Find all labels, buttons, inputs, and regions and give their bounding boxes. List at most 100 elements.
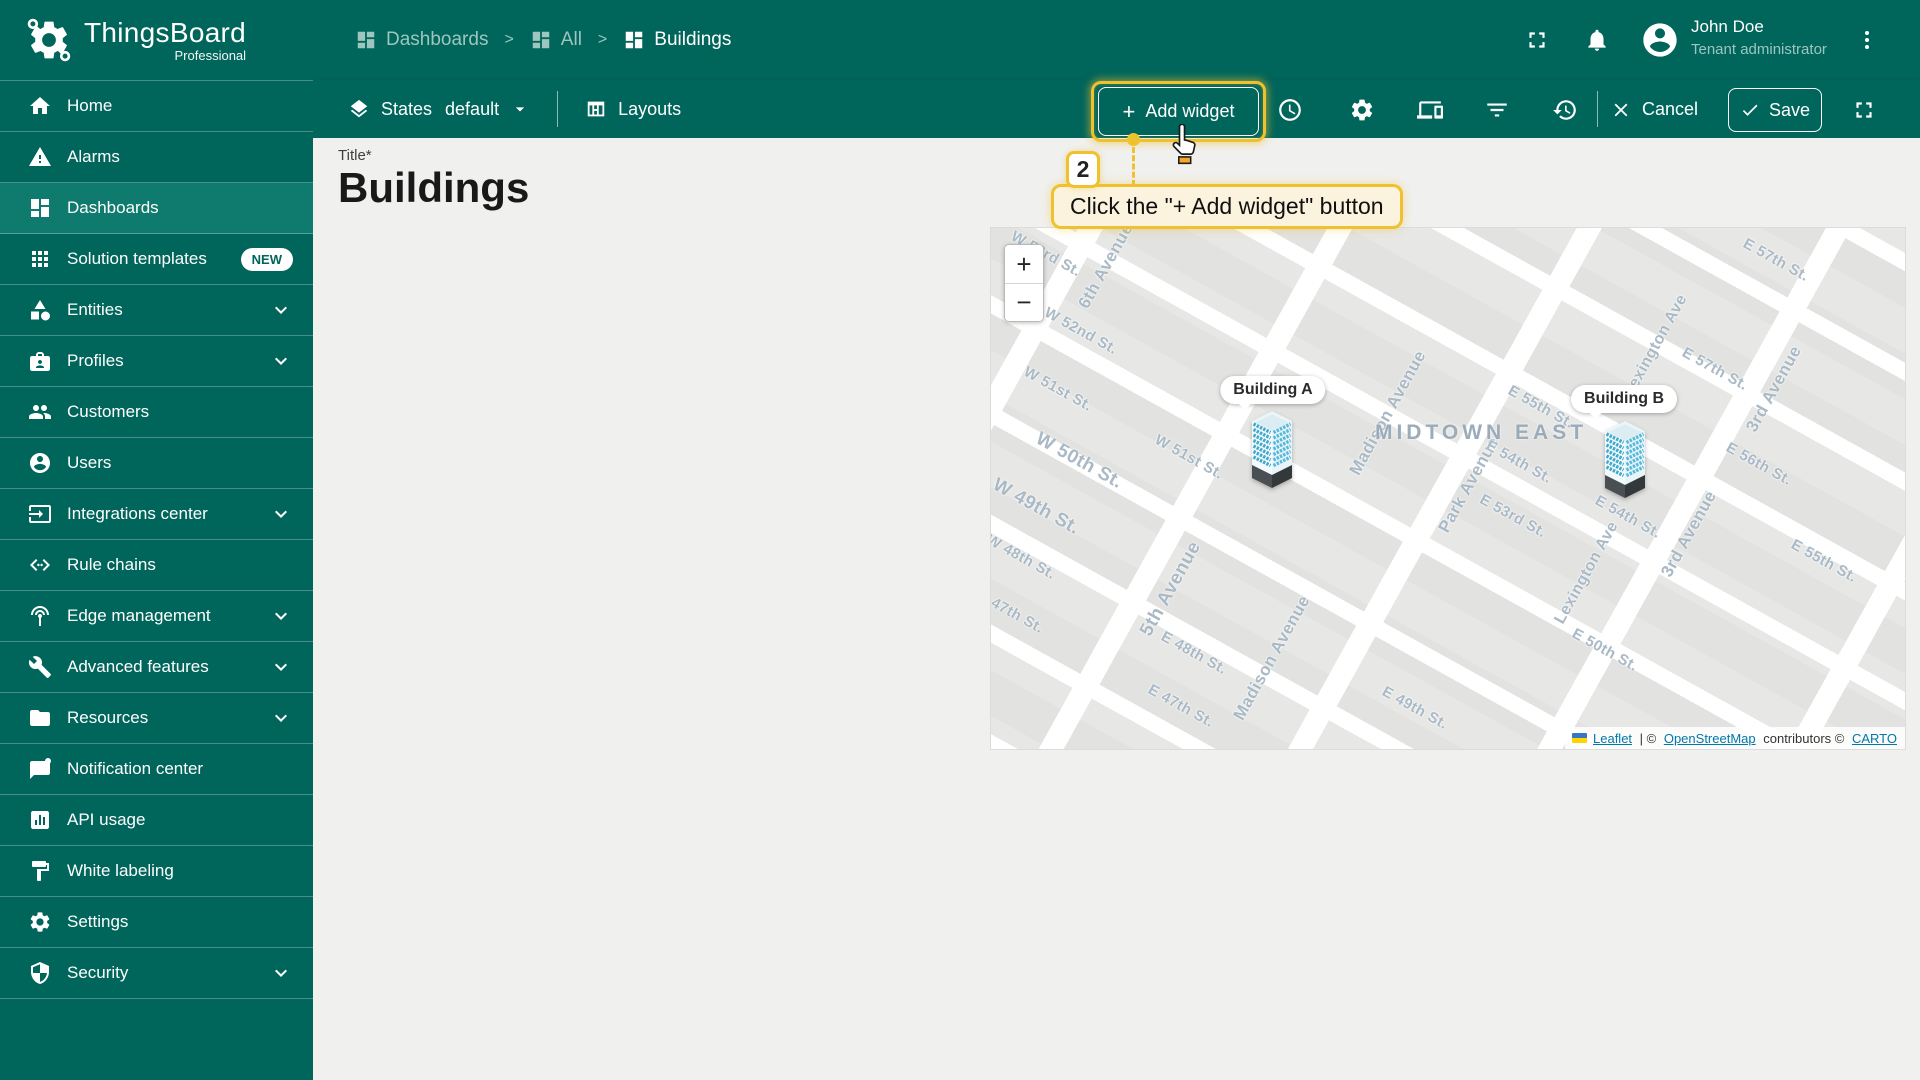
zoom-in-button[interactable]: + <box>1005 245 1043 283</box>
sidebar-item-home[interactable]: Home <box>0 81 313 132</box>
sidebar-item-advanced-features[interactable]: Advanced features <box>0 642 313 693</box>
sidebar-item-notification-center[interactable]: Notification center <box>0 744 313 795</box>
sidebar-item-label: API usage <box>67 810 146 829</box>
breadcrumb-label: Buildings <box>654 29 732 50</box>
sidebar-item-settings[interactable]: Settings <box>0 897 313 948</box>
sidebar-item-label: Dashboards <box>67 198 159 217</box>
dashboard-content: Title* Buildings W 53rd St. 6th Avenue W 5… <box>313 138 1920 1080</box>
advanced-features-icon <box>28 655 52 679</box>
sidebar-item-entities[interactable]: Entities <box>0 285 313 336</box>
sidebar-item-profiles[interactable]: Profiles <box>0 336 313 387</box>
page-title[interactable]: Buildings <box>338 164 529 212</box>
breadcrumb-item-buildings[interactable]: Buildings <box>623 29 731 51</box>
marker-label: Building A <box>1220 376 1326 404</box>
version-history-icon <box>1552 97 1578 123</box>
sidebar-item-label: Rule chains <box>67 555 156 574</box>
fullscreen-icon <box>1851 97 1877 123</box>
thingsboard-logo[interactable]: ThingsBoard Professional <box>0 0 313 80</box>
chevron-down-icon <box>269 706 293 730</box>
sidebar-item-label: Profiles <box>67 351 124 370</box>
sidebar-item-customers[interactable]: Customers <box>0 387 313 438</box>
logo-edition: Professional <box>174 48 247 63</box>
api-usage-icon <box>28 808 52 832</box>
time-window-icon <box>1277 97 1303 123</box>
openstreetmap-link[interactable]: OpenStreetMap <box>1664 731 1756 746</box>
leaflet-link[interactable]: Leaflet <box>1593 731 1632 746</box>
states-control[interactable]: States <box>348 98 432 120</box>
state-select[interactable]: default <box>445 99 530 120</box>
toolbar-fullscreen-button[interactable] <box>1842 85 1886 134</box>
avatar-icon <box>1640 20 1680 60</box>
state-select-value: default <box>445 98 500 119</box>
dashboard-settings-button[interactable] <box>1340 85 1384 134</box>
save-button[interactable]: Save <box>1728 88 1822 132</box>
map-widget[interactable]: W 53rd St. 6th Avenue W 52nd St. W 51st St.… <box>990 227 1906 750</box>
time-window-button[interactable] <box>1268 85 1312 134</box>
layouts-icon <box>585 98 607 120</box>
alarm-warning-icon <box>28 145 52 169</box>
sidebar-item-solution-templates[interactable]: Solution templates NEW <box>0 234 313 285</box>
ukraine-flag-icon <box>1572 733 1587 743</box>
sidebar-item-label: White labeling <box>67 861 174 880</box>
settings-gear-icon <box>1349 97 1375 123</box>
states-label: States <box>381 98 433 119</box>
filters-button[interactable] <box>1475 85 1519 134</box>
sidebar-item-edge-management[interactable]: Edge management <box>0 591 313 642</box>
check-icon <box>1740 100 1760 120</box>
dashboard-title-label: Title* <box>338 147 372 164</box>
entity-aliases-button[interactable] <box>1408 85 1452 134</box>
add-widget-label: Add widget <box>1145 101 1235 121</box>
chevron-down-icon <box>269 298 293 322</box>
sidebar-item-dashboards[interactable]: Dashboards <box>0 183 313 234</box>
breadcrumb-label: Dashboards <box>386 29 489 50</box>
settings-icon <box>28 910 52 934</box>
sidebar-item-label: Entities <box>67 300 123 319</box>
notifications-button[interactable] <box>1575 18 1619 62</box>
map-area-label: MIDTOWN EAST <box>1374 421 1588 444</box>
sidebar-item-api-usage[interactable]: API usage <box>0 795 313 846</box>
zoom-out-button[interactable]: − <box>1005 283 1043 321</box>
sidebar-item-label: Settings <box>67 912 129 931</box>
breadcrumb-separator: > <box>597 31 608 48</box>
user-avatar[interactable] <box>1640 20 1680 60</box>
toolbar-divider <box>557 91 559 127</box>
marker-label: Building B <box>1571 385 1677 413</box>
sidebar-item-rule-chains[interactable]: Rule chains <box>0 540 313 591</box>
sidebar: ThingsBoard Professional Home Alarms Dashb… <box>0 0 313 1080</box>
breadcrumb-item-dashboards[interactable]: Dashboards <box>355 29 488 51</box>
home-icon <box>28 94 52 118</box>
chevron-down-icon <box>269 961 293 985</box>
sidebar-item-security[interactable]: Security <box>0 948 313 999</box>
carto-link[interactable]: CARTO <box>1852 731 1897 746</box>
sidebar-item-label: Advanced features <box>67 657 209 676</box>
sidebar-item-label: Security <box>67 963 129 982</box>
new-badge: NEW <box>240 247 293 271</box>
toolbar-divider <box>1597 91 1598 127</box>
sidebar-item-integrations-center[interactable]: Integrations center <box>0 489 313 540</box>
sidebar-item-alarms[interactable]: Alarms <box>0 132 313 183</box>
security-icon <box>28 961 52 985</box>
add-widget-button[interactable]: + Add widget <box>1098 87 1259 136</box>
layouts-button[interactable]: Layouts <box>585 98 681 120</box>
sidebar-item-resources[interactable]: Resources <box>0 693 313 744</box>
sidebar-item-label: Users <box>67 453 112 472</box>
integrations-icon <box>28 502 52 526</box>
header-more-button[interactable] <box>1849 18 1885 62</box>
sidebar-item-label: Alarms <box>67 147 120 166</box>
attribution-text: contributors © <box>1759 730 1848 746</box>
user-name: John Doe <box>1691 17 1764 36</box>
sidebar-item-white-labeling[interactable]: White labeling <box>0 846 313 897</box>
save-label: Save <box>1768 99 1811 120</box>
breadcrumb-item-all[interactable]: All <box>530 29 582 51</box>
plus-icon: + <box>1122 98 1136 124</box>
header-fullscreen-button[interactable] <box>1515 18 1559 62</box>
notification-center-icon <box>28 757 52 781</box>
map-street-grid <box>991 228 1905 749</box>
cancel-button[interactable]: Cancel <box>1610 85 1698 134</box>
user-menu[interactable]: John Doe Tenant administrator <box>1691 17 1827 58</box>
breadcrumb: Dashboards > All > Buildings <box>355 0 731 80</box>
sidebar-item-users[interactable]: Users <box>0 438 313 489</box>
white-labeling-icon <box>28 859 52 883</box>
thingsboard-logo-icon <box>26 17 72 63</box>
version-history-button[interactable] <box>1543 85 1587 134</box>
